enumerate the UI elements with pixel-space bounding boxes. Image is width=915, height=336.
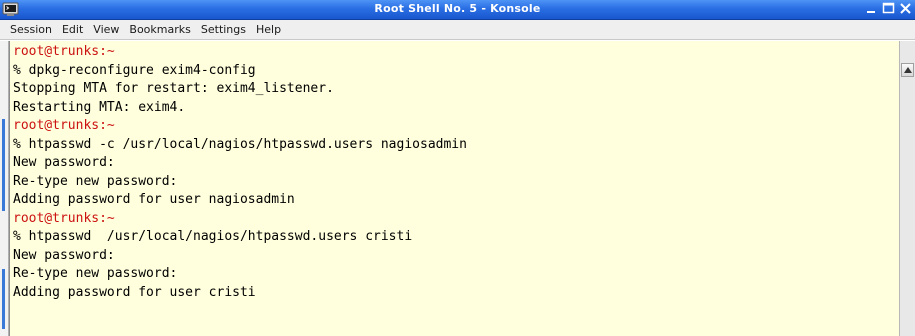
menu-bar: Session Edit View Bookmarks Settings Hel… [0, 20, 915, 40]
menu-bookmarks[interactable]: Bookmarks [125, 20, 194, 40]
output-line: Re-type new password: [13, 173, 178, 189]
menu-view[interactable]: View [89, 20, 123, 40]
command-line: % htpasswd /usr/local/nagios/htpasswd.us… [13, 229, 413, 244]
menu-help[interactable]: Help [252, 20, 285, 40]
window-title: Root Shell No. 5 - Konsole [374, 2, 541, 15]
maximize-icon[interactable] [881, 1, 896, 16]
prompt-line: root@trunks:~ [13, 118, 115, 133]
frame-accent [2, 119, 5, 211]
konsole-window: Root Shell No. 5 - Konsole Session Edit … [0, 0, 915, 336]
terminal-output[interactable]: root@trunks:~ % dpkg-reconfigure exim4-c… [9, 41, 899, 336]
vertical-scrollbar[interactable] [899, 41, 915, 336]
frame-accent [2, 269, 5, 329]
output-line: Re-type new password: [13, 266, 178, 281]
window-left-frame [0, 41, 9, 336]
output-line: Stopping MTA for restart: exim4_listener… [13, 81, 334, 96]
scroll-up-button[interactable] [901, 63, 914, 77]
minimize-icon[interactable] [864, 1, 879, 16]
output-line: New password: [13, 155, 115, 170]
output-line: New password: [13, 247, 115, 263]
window-controls [864, 1, 913, 17]
output-line: Adding password for user nagiosadmin [13, 192, 295, 207]
title-bar[interactable]: Root Shell No. 5 - Konsole [0, 0, 915, 20]
close-icon[interactable] [898, 1, 913, 16]
menu-edit[interactable]: Edit [58, 20, 87, 40]
prompt-line: root@trunks:~ [13, 210, 115, 226]
output-line: Adding password for user cristi [13, 284, 256, 300]
command-line: % htpasswd -c /usr/local/nagios/htpasswd… [13, 136, 467, 152]
prompt-line: root@trunks:~ [13, 44, 115, 59]
menu-settings[interactable]: Settings [197, 20, 250, 40]
terminal-lines: root@trunks:~ % dpkg-reconfigure exim4-c… [13, 43, 467, 302]
command-line: % dpkg-reconfigure exim4-config [13, 62, 256, 78]
menu-session[interactable]: Session [6, 20, 56, 40]
output-line: Restarting MTA: exim4. [13, 99, 186, 115]
